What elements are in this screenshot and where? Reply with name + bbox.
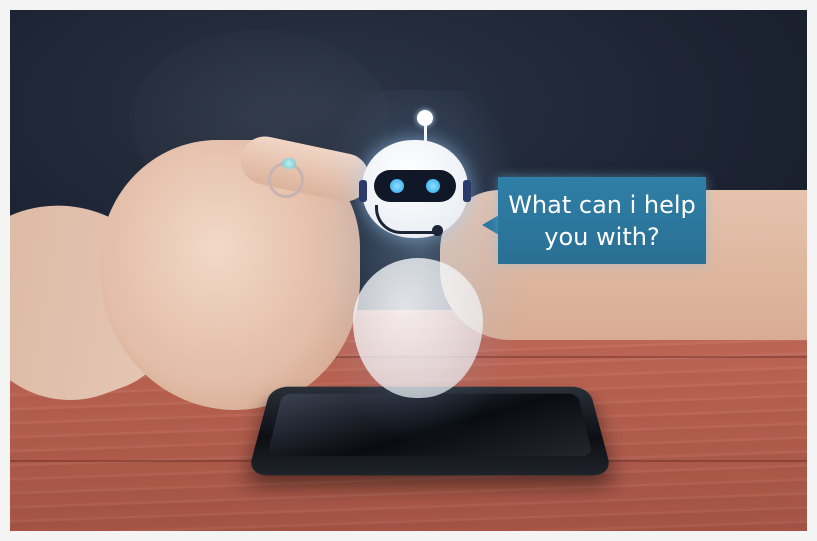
robot-ear-left bbox=[359, 180, 367, 202]
ring-gem bbox=[282, 158, 296, 169]
robot-eye-right bbox=[426, 179, 440, 193]
robot-face-visor bbox=[374, 170, 456, 202]
robot-antenna-ball bbox=[417, 110, 433, 126]
robot-ear-right bbox=[463, 180, 471, 202]
speech-bubble-tail bbox=[482, 215, 499, 235]
headset-mic-tip bbox=[432, 225, 443, 236]
robot-eye-left bbox=[390, 179, 404, 193]
photo-frame: What can i help you with? bbox=[10, 10, 807, 531]
speech-bubble: What can i help you with? bbox=[498, 177, 706, 264]
